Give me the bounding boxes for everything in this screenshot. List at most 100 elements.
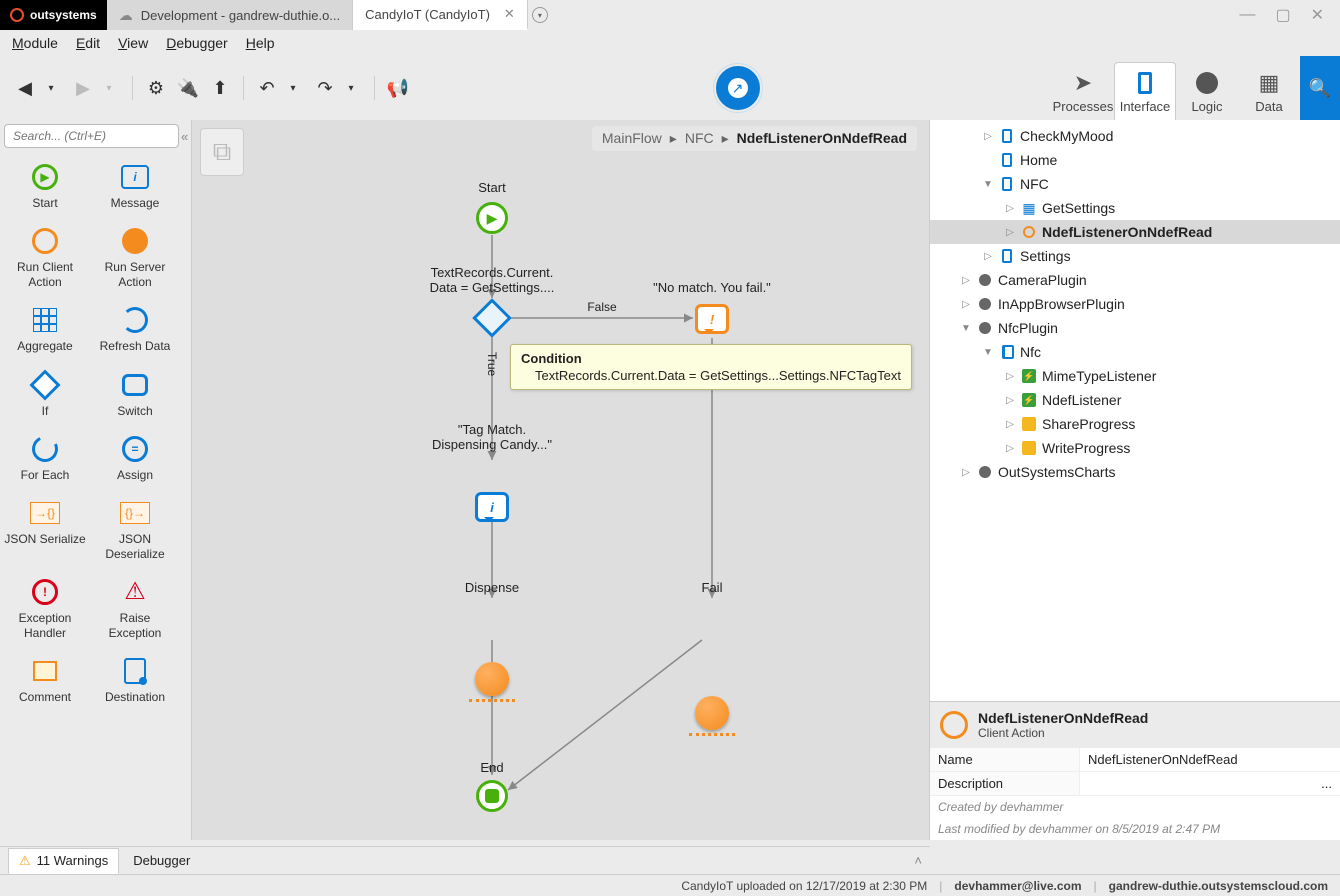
tree-item-shareprogress[interactable]: ▷ShareProgress [930,412,1340,436]
tool-aggregate[interactable]: Aggregate [0,299,90,363]
tool-comment[interactable]: Comment [0,650,90,714]
menu-view[interactable]: View [118,35,148,51]
tab-warnings[interactable]: ⚠ 11 Warnings [8,848,119,874]
tree-label: OutSystemsCharts [998,464,1115,480]
expand-icon[interactable]: ▷ [960,275,972,286]
menu-module[interactable]: Module [12,35,58,51]
prop-subtitle: Client Action [978,726,1148,740]
expand-icon[interactable]: ▷ [982,251,994,262]
node-fail-message[interactable]: ! [695,304,729,334]
tool-assign[interactable]: =Assign [90,428,180,492]
tree-item-cameraplugin[interactable]: ▷CameraPlugin [930,268,1340,292]
tool-switch[interactable]: Switch [90,364,180,428]
close-window-icon[interactable]: ✕ [1311,5,1324,25]
tab-processes[interactable]: ➤ Processes [1052,63,1114,120]
undo-dropdown[interactable]: ▾ [280,75,306,101]
tree-item-checkmymood[interactable]: ▷CheckMyMood [930,124,1340,148]
tree-item-ndeflisteneronndefread[interactable]: ▷NdefListenerOnNdefRead [930,220,1340,244]
expand-icon[interactable]: ▷ [1004,371,1016,382]
nav-back-dropdown[interactable]: ▾ [38,75,64,101]
tool-message[interactable]: iMessage [90,156,180,220]
minimize-icon[interactable]: — [1239,6,1255,24]
tool-json-serialize[interactable]: →{}JSON Serialize [0,492,90,571]
global-search-button[interactable]: 🔍 [1300,56,1340,120]
scroll-up-icon[interactable]: ˄ [914,853,922,868]
undo-button[interactable]: ↶ [254,75,280,101]
plugin-button[interactable]: 🔌 [175,75,201,101]
tree-item-home[interactable]: Home [930,148,1340,172]
ltab-label: Data [1255,99,1282,114]
announce-button[interactable]: 📢 [385,75,411,101]
tree-item-getsettings[interactable]: ▷▦GetSettings [930,196,1340,220]
tree-icon [976,298,994,310]
expand-icon[interactable]: ▷ [982,131,994,142]
tree-item-nfc[interactable]: ▼Nfc [930,340,1340,364]
collapse-toolbox-button[interactable]: « [181,129,188,144]
tab-data[interactable]: ▦ Data [1238,63,1300,120]
tool-exception-handler[interactable]: !Exception Handler [0,571,90,650]
nav-forward-button[interactable]: ▶ [70,75,96,101]
node-dispense[interactable] [475,662,509,696]
tree-item-writeprogress[interactable]: ▷WriteProgress [930,436,1340,460]
node-fail[interactable] [695,696,729,730]
prop-row-name[interactable]: Name NdefListenerOnNdefRead [930,748,1340,772]
close-icon[interactable]: ✕ [504,6,515,22]
expand-icon[interactable]: ▷ [960,299,972,310]
expand-icon[interactable]: ▷ [1004,419,1016,430]
expand-icon[interactable]: ▼ [982,347,994,358]
redo-button[interactable]: ↷ [312,75,338,101]
node-ok-message[interactable]: i [475,492,509,522]
expand-icon[interactable]: ▷ [1004,203,1016,214]
warning-icon: ⚠ [19,853,31,869]
flow-canvas[interactable]: ⧉ MainFlow ▸ NFC ▸ NdefListenerOnNdefRea… [192,120,930,840]
tool-start[interactable]: ▶Start [0,156,90,220]
tool-for-each[interactable]: For Each [0,428,90,492]
tree-item-ndeflistener[interactable]: ▷⚡NdefListener [930,388,1340,412]
menu-help[interactable]: Help [246,35,275,51]
tool-run-server-action[interactable]: Run Server Action [90,220,180,299]
redo-dropdown[interactable]: ▾ [338,75,364,101]
tree-item-mimetypelistener[interactable]: ▷⚡MimeTypeListener [930,364,1340,388]
tool-json-deserialize[interactable]: {}→JSON Deserialize [90,492,180,571]
settings-button[interactable]: ⚙ [143,75,169,101]
tool-if[interactable]: If [0,364,90,428]
status-upload: CandyIoT uploaded on 12/17/2019 at 2:30 … [681,879,927,893]
menu-edit[interactable]: Edit [76,35,100,51]
nav-back-button[interactable]: ◀ [12,75,38,101]
tabs-dropdown[interactable]: ▾ [528,0,552,30]
tab-interface[interactable]: Interface [1114,62,1176,120]
publish-button[interactable]: ↗ [716,66,760,110]
node-start[interactable]: ▶ [476,202,508,234]
expand-icon[interactable]: ▷ [1004,443,1016,454]
upload-button[interactable]: ⬆ [207,75,233,101]
tree-icon [998,129,1016,143]
tool-destination[interactable]: Destination [90,650,180,714]
tree-item-outsystemscharts[interactable]: ▷ OutSystemsCharts [930,460,1340,484]
tree-item-nfc[interactable]: ▼NFC [930,172,1340,196]
expand-icon[interactable]: ▷ [960,467,972,478]
expand-icon[interactable]: ▷ [1004,395,1016,406]
false-branch-label: False [572,300,632,314]
expand-icon[interactable]: ▼ [960,323,972,334]
maximize-icon[interactable]: ▢ [1275,5,1290,25]
node-end[interactable] [476,780,508,812]
tree-item-inappbrowserplugin[interactable]: ▷InAppBrowserPlugin [930,292,1340,316]
toolbar-center: ↗ [423,56,1052,120]
tab-candyiot[interactable]: CandyIoT (CandyIoT) ✕ [353,0,528,30]
tree-item-nfcplugin[interactable]: ▼NfcPlugin [930,316,1340,340]
expand-icon[interactable]: ▼ [982,179,994,190]
menu-debugger[interactable]: Debugger [166,35,228,51]
nav-forward-dropdown[interactable]: ▾ [96,75,122,101]
prop-row-description[interactable]: Description ... [930,772,1340,796]
toolbox-search-input[interactable] [4,124,179,148]
tab-development[interactable]: ☁ Development - gandrew-duthie.o... [107,0,353,30]
tab-logic[interactable]: Logic [1176,63,1238,120]
tree-item-settings[interactable]: ▷Settings [930,244,1340,268]
tool-refresh-data[interactable]: Refresh Data [90,299,180,363]
expand-icon[interactable]: ▷ [1004,227,1016,238]
brand-tab: outsystems [0,0,107,30]
tool-run-client-action[interactable]: Run Client Action [0,220,90,299]
tool-raise-exception[interactable]: ⚠Raise Exception [90,571,180,650]
tab-debugger[interactable]: Debugger [123,849,200,872]
node-if[interactable] [478,304,506,332]
